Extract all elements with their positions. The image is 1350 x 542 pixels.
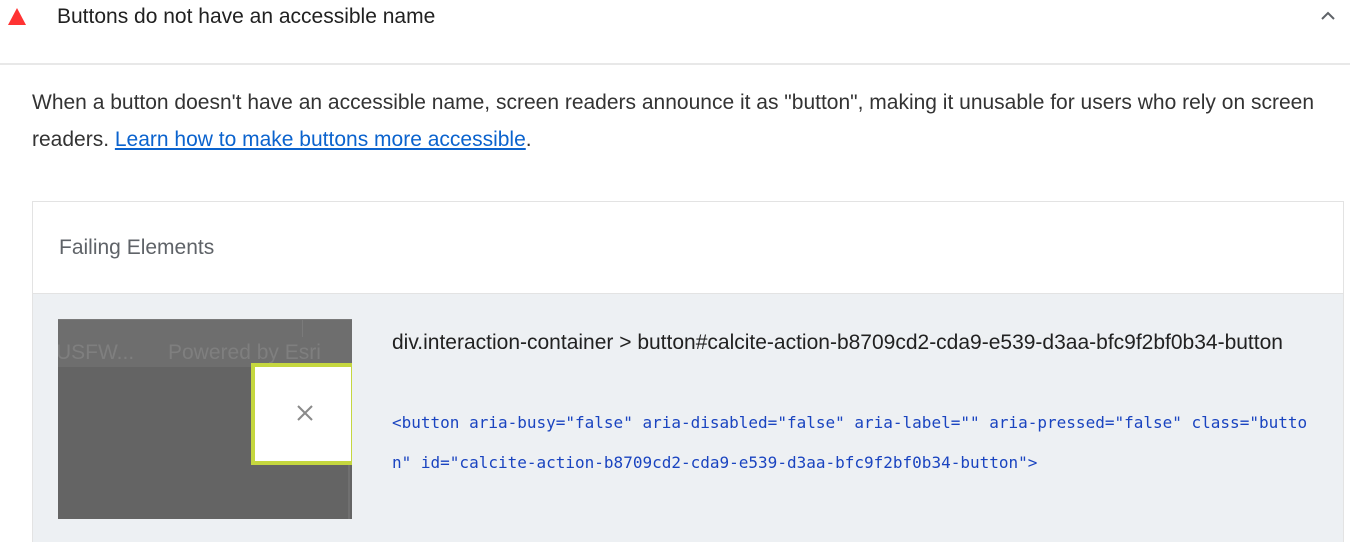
learn-more-link[interactable]: Learn how to make buttons more accessibl… [115,128,526,151]
element-screenshot-thumbnail: USFW... Powered by Esri [58,319,352,519]
thumbnail-map-line [58,319,352,320]
chevron-up-icon[interactable] [1320,8,1336,24]
close-x-icon [297,405,313,421]
failing-elements-table: Failing Elements USFW... Powered by Esri… [32,201,1344,542]
failing-element-row: USFW... Powered by Esri div.interaction-… [33,294,1343,542]
element-html-snippet: <button aria-busy="false" aria-disabled=… [392,413,1308,472]
thumbnail-map-line [348,465,350,519]
audit-description: When a button doesn't have an accessible… [32,84,1344,158]
description-end: . [525,128,532,151]
thumbnail-attribution-left: USFW... [58,341,135,364]
failing-elements-title: Failing Elements [59,236,215,259]
thumbnail-map-line [302,319,303,337]
failing-elements-header: Failing Elements [33,202,1343,294]
audit-title: Buttons do not have an accessible name [57,5,436,28]
thumbnail-attribution-right: Powered by Esri [168,341,321,364]
fail-triangle-icon [8,8,26,25]
audit-header[interactable]: Buttons do not have an accessible name [0,0,1350,65]
thumbnail-highlighted-button [251,363,352,465]
element-selector: div.interaction-container > button#calci… [392,331,1283,354]
